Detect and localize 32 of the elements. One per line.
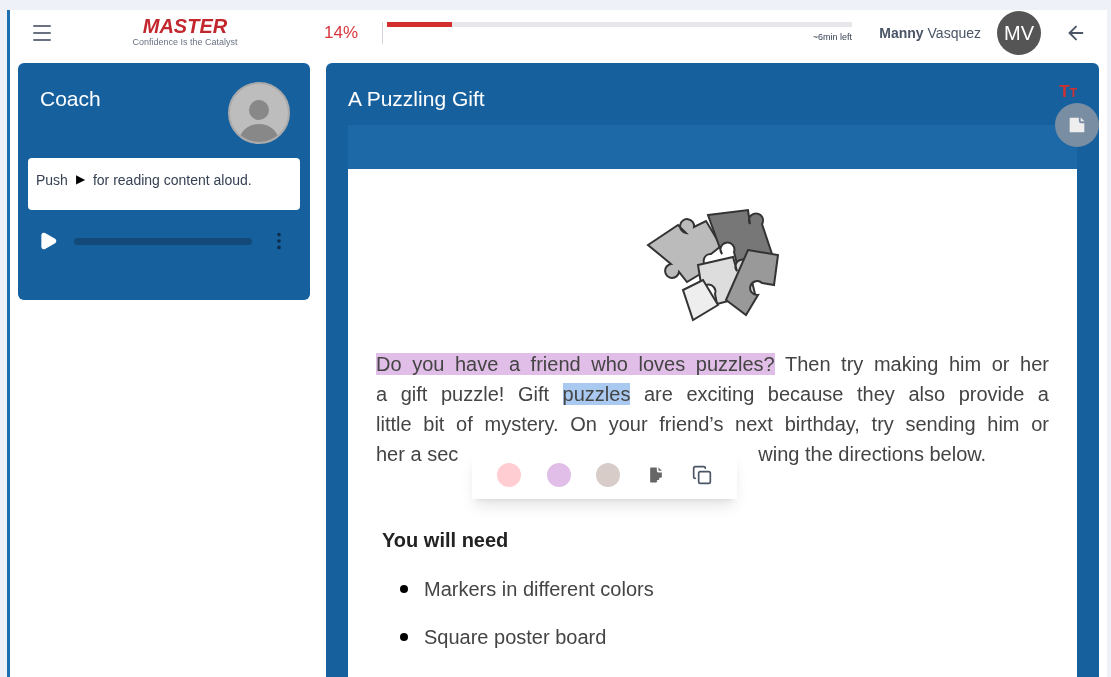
paragraph-text: a gift puzzle! Gift bbox=[376, 383, 550, 405]
user-avatar[interactable]: MV bbox=[997, 11, 1041, 55]
list-item: Square poster board bbox=[424, 625, 607, 650]
play-symbol: ▶ bbox=[75, 171, 85, 188]
paragraph-text: little bit of mystery. On your friend’s next birthday, try sending him or bbox=[376, 413, 1049, 435]
note-icon bbox=[1066, 114, 1088, 136]
list-item: Markers in different colors bbox=[424, 577, 654, 602]
progress-percent: 14% bbox=[324, 22, 359, 45]
paragraph-text: her a sec bbox=[376, 443, 459, 465]
note-button[interactable] bbox=[1055, 103, 1099, 147]
user-last-name: Vasquez bbox=[927, 24, 981, 41]
highlighted-text[interactable]: Do you have a friend who loves puzzles? bbox=[376, 353, 775, 375]
paragraph-text: Then try making him or her bbox=[783, 353, 1049, 375]
coach-title: Coach bbox=[40, 86, 101, 112]
logo: MASTER Confidence Is the Catalyst bbox=[131, 16, 239, 50]
user-first-name: Manny bbox=[879, 24, 924, 41]
paragraph-text: are exciting because they also provide a bbox=[642, 383, 1049, 405]
time-left: ~6min left bbox=[812, 30, 853, 44]
hint-text-end: for reading content aloud. bbox=[92, 171, 252, 190]
reader-title: A Puzzling Gift bbox=[348, 86, 485, 112]
highlight-color-swatch[interactable] bbox=[546, 463, 571, 487]
hint-text-start: Push bbox=[36, 171, 68, 190]
highlight-color-swatch[interactable] bbox=[596, 463, 621, 487]
section-heading: You will need bbox=[382, 528, 510, 553]
copy-icon[interactable] bbox=[692, 465, 713, 485]
audio-track[interactable] bbox=[74, 237, 252, 245]
paragraph-text: wing the directions below. bbox=[758, 443, 987, 465]
bullet-icon bbox=[400, 585, 408, 593]
bullet-icon bbox=[400, 633, 408, 641]
highlighted-text[interactable]: puzzles bbox=[562, 383, 631, 405]
highlight-color-swatch[interactable] bbox=[496, 463, 521, 487]
play-button[interactable] bbox=[38, 231, 58, 251]
